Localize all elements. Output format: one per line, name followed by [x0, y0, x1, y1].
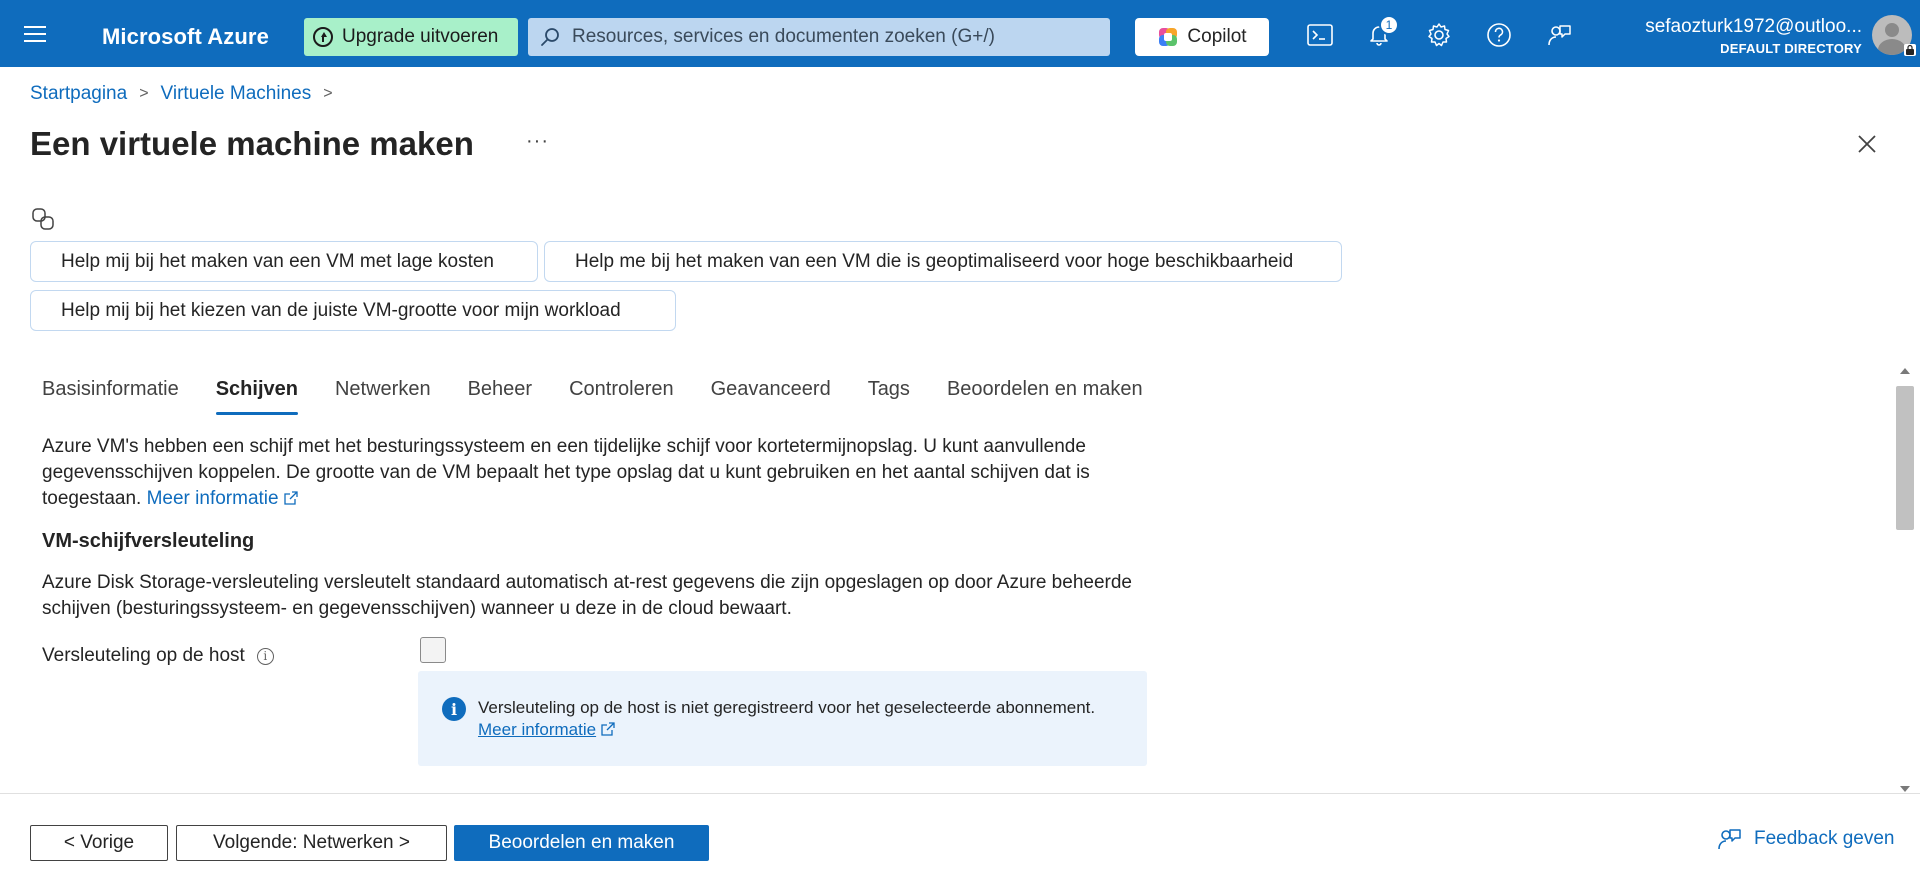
give-feedback-link[interactable]: Feedback geven [1716, 826, 1895, 852]
breadcrumb-home[interactable]: Startpagina [30, 83, 127, 105]
info-learn-more-link[interactable]: Meer informatie [478, 720, 596, 739]
learn-more-link[interactable]: Meer informatie [147, 488, 298, 509]
help-icon [1487, 23, 1511, 47]
scroll-down-arrow-icon[interactable] [1900, 786, 1910, 792]
brand-title[interactable]: Microsoft Azure [102, 24, 269, 50]
info-message: Versleuteling op de host is niet geregis… [478, 697, 1118, 741]
tab-basisinformatie[interactable]: Basisinformatie [42, 374, 179, 415]
tab-schijven[interactable]: Schijven [215, 374, 299, 415]
content-scrollbar[interactable] [1896, 362, 1914, 792]
more-options-button[interactable]: ··· [526, 130, 549, 153]
notifications-button[interactable]: 1 [1364, 15, 1399, 50]
suggestion-high-availability-vm[interactable]: Help me bij het maken van een VM die is … [544, 241, 1342, 282]
external-link-icon [283, 491, 298, 505]
breadcrumb-virtual-machines[interactable]: Virtuele Machines [161, 83, 312, 105]
tab-beoordelen-en-maken[interactable]: Beoordelen en maken [947, 374, 1143, 415]
tab-beheer[interactable]: Beheer [468, 374, 533, 415]
copilot-outline-icon [32, 208, 54, 230]
scrollbar-thumb[interactable] [1896, 386, 1914, 530]
section-title-disk-encryption: VM-schijfversleuteling [42, 530, 255, 552]
chevron-right-icon: > [323, 85, 333, 102]
review-create-button[interactable]: Beoordelen en maken [454, 825, 709, 861]
lock-icon [1904, 44, 1916, 56]
tab-netwerken[interactable]: Netwerken [335, 374, 431, 415]
feedback-icon [1718, 829, 1741, 850]
global-search[interactable] [528, 18, 1110, 56]
disks-description: Azure VM's hebben een schijf met het bes… [42, 434, 1152, 512]
upgrade-icon [313, 27, 333, 47]
host-encryption-field: Versleuteling op de host i [42, 645, 274, 667]
scroll-up-arrow-icon[interactable] [1900, 368, 1910, 374]
notification-count-badge: 1 [1379, 15, 1399, 35]
cloud-shell-button[interactable] [1305, 20, 1335, 50]
external-link-icon [601, 722, 615, 736]
chevron-right-icon: > [139, 85, 149, 102]
user-directory: DEFAULT DIRECTORY [1720, 41, 1862, 56]
upgrade-button[interactable]: Upgrade uitvoeren [304, 18, 518, 56]
search-input[interactable] [572, 26, 1092, 48]
feedback-icon [1548, 25, 1571, 46]
feedback-topbar-button[interactable] [1544, 20, 1574, 50]
previous-button[interactable]: < Vorige [30, 825, 168, 861]
close-icon[interactable] [1856, 133, 1878, 155]
wizard-tabs: Basisinformatie Schijven Netwerken Behee… [30, 374, 1180, 415]
copilot-button[interactable]: Copilot [1135, 18, 1269, 56]
avatar-head [1885, 23, 1899, 37]
tab-tags[interactable]: Tags [868, 374, 910, 415]
tab-controleren[interactable]: Controleren [569, 374, 674, 415]
suggestion-low-cost-vm[interactable]: Help mij bij het maken van een VM met la… [30, 241, 538, 282]
info-filled-icon: i [442, 697, 466, 721]
top-bar: Microsoft Azure Upgrade uitvoeren Copilo… [0, 0, 1920, 67]
gear-icon [1428, 23, 1450, 47]
tab-geavanceerd[interactable]: Geavanceerd [711, 374, 831, 415]
breadcrumb: Startpagina > Virtuele Machines > [30, 83, 345, 105]
upgrade-label: Upgrade uitvoeren [342, 26, 499, 47]
cloud-shell-icon [1307, 24, 1333, 46]
avatar-body [1878, 39, 1906, 55]
feedback-label: Feedback geven [1754, 828, 1895, 849]
next-networking-button[interactable]: Volgende: Netwerken > [176, 825, 447, 861]
settings-button[interactable] [1424, 20, 1454, 50]
info-message-text: Versleuteling op de host is niet geregis… [478, 698, 1096, 717]
copilot-label: Copilot [1187, 26, 1247, 47]
host-encryption-label: Versleuteling op de host [42, 645, 245, 666]
page-title: Een virtuele machine maken [30, 125, 474, 162]
user-account[interactable]: sefaozturk1972@outloo... DEFAULT DIRECTO… [1645, 16, 1862, 56]
help-button[interactable] [1484, 20, 1514, 50]
info-message-box: i Versleuteling op de host is niet gereg… [418, 671, 1147, 766]
search-icon [541, 28, 559, 46]
info-icon[interactable]: i [256, 647, 274, 665]
host-encryption-checkbox[interactable] [420, 637, 446, 663]
disk-encryption-description: Azure Disk Storage-versleuteling versleu… [42, 572, 1132, 619]
footer-divider [0, 793, 1920, 794]
user-email: sefaozturk1972@outloo... [1645, 16, 1862, 37]
suggestion-vm-size[interactable]: Help mij bij het kiezen van de juiste VM… [30, 290, 676, 331]
copilot-icon [1159, 28, 1178, 46]
hamburger-icon[interactable] [24, 26, 46, 42]
